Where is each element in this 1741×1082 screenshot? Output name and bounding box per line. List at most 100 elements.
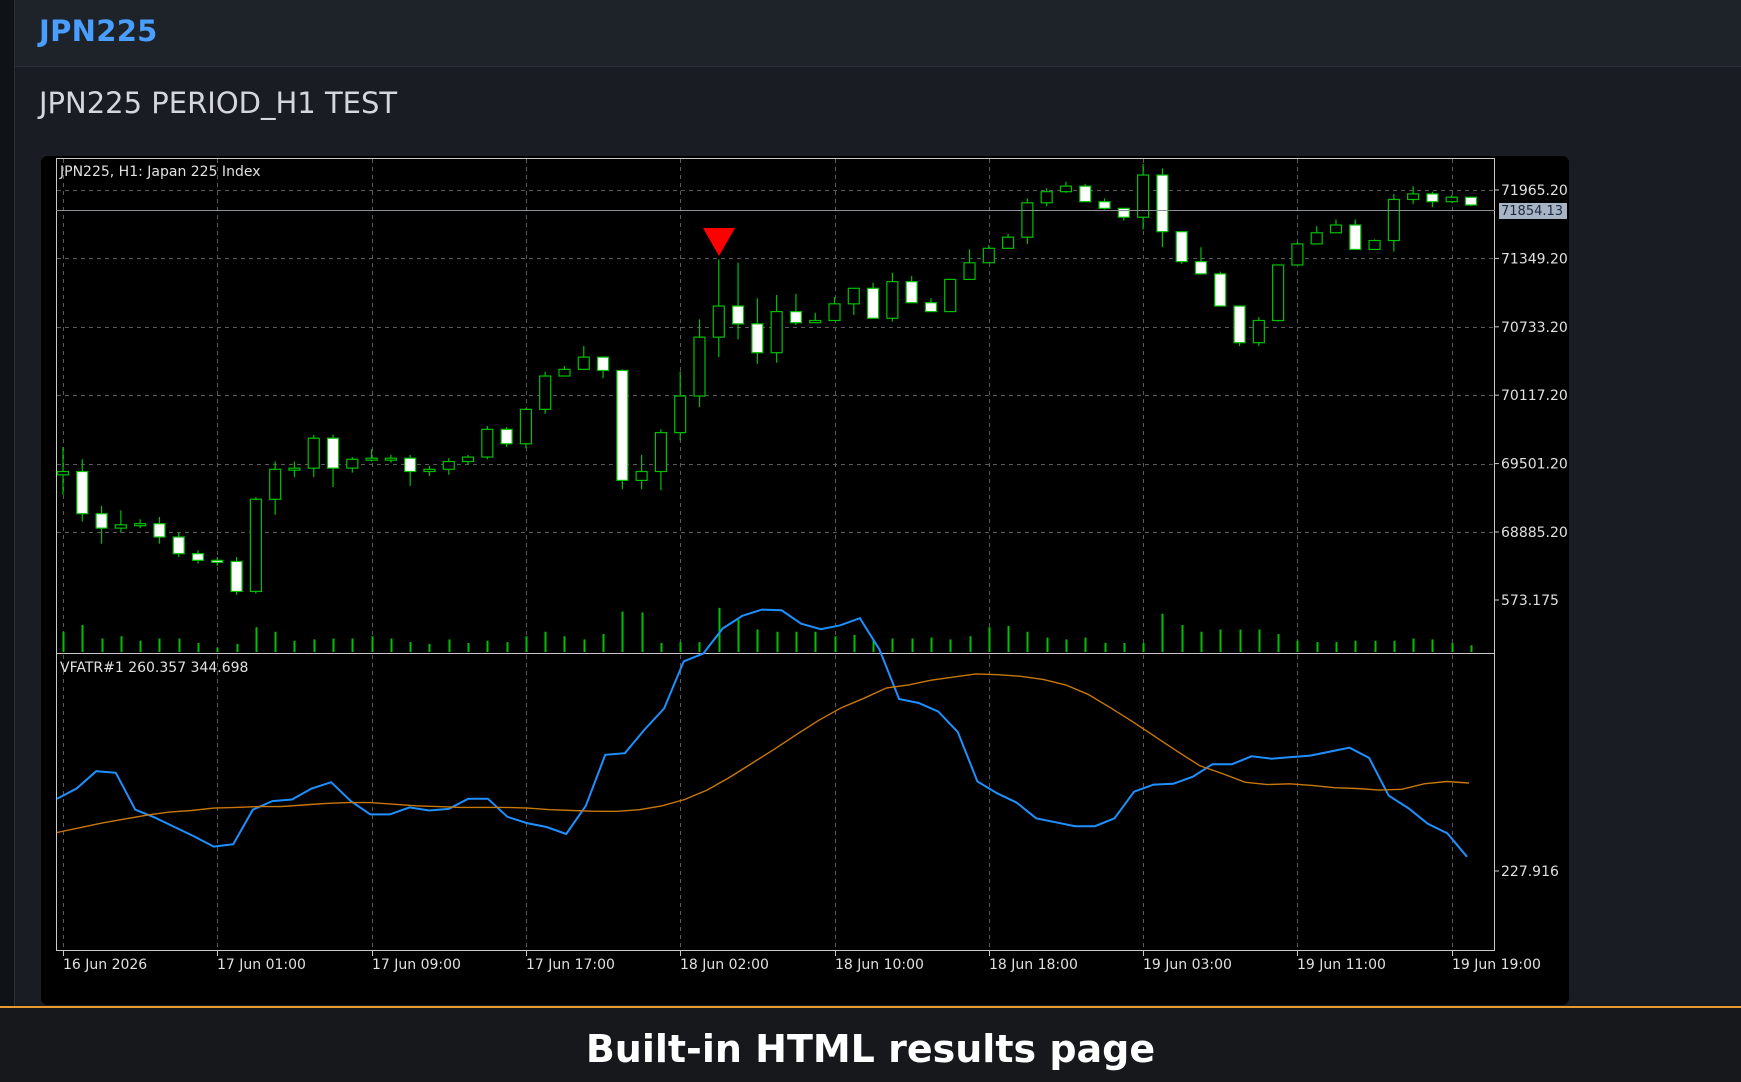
chart-background [41, 156, 1569, 1005]
bull-candle [269, 468, 282, 500]
bull-candle [539, 375, 552, 410]
panel-header: JPN225 [15, 0, 1741, 67]
time-tick-label: 18 Jun 18:00 [989, 957, 1078, 973]
time-tick-label: 16 Jun 2026 [63, 957, 147, 973]
bear-candle [596, 356, 610, 372]
bull-candle [481, 428, 494, 458]
bull-candle [346, 458, 359, 469]
chart-svg: 71854.13 JPN225, H1: Japan 225 Index VFA… [41, 156, 1569, 1005]
chart-info-label: JPN225, H1: Japan 225 Index [59, 164, 260, 180]
bear-candle [1233, 305, 1246, 344]
current-price-label: 71854.13 [1501, 204, 1563, 219]
bear-candle [751, 323, 764, 354]
bull-candle [674, 395, 687, 434]
price-tick-label: 71965.20 [1501, 183, 1568, 199]
bull-candle [847, 287, 860, 305]
bear-candle [211, 559, 224, 563]
indicator-label: VFATR#1 260.357 344.698 [60, 660, 248, 676]
bear-candle [616, 369, 629, 481]
bear-candle [76, 470, 89, 515]
bull-candle [886, 281, 899, 319]
bear-candle [1156, 174, 1169, 233]
price-tick-label: 70733.20 [1501, 320, 1568, 336]
bull-candle [1021, 202, 1034, 238]
bull-candle [1001, 236, 1015, 249]
bull-candle [249, 498, 262, 593]
bull-candle [56, 470, 70, 476]
caption-bar: Built-in HTML results page [0, 1006, 1741, 1082]
time-tick-label: 17 Jun 01:00 [217, 957, 306, 973]
bull-candle [712, 305, 725, 338]
bear-candle [866, 287, 880, 319]
bull-candle [384, 457, 397, 461]
bear-candle [191, 553, 205, 561]
bull-candle [1291, 243, 1304, 266]
bull-candle [577, 356, 590, 370]
bear-candle [1079, 185, 1092, 203]
bull-candle [558, 368, 571, 377]
price-tick-label: 70117.20 [1501, 388, 1568, 404]
time-tick-label: 17 Jun 17:00 [526, 957, 615, 973]
bear-candle [1098, 201, 1111, 209]
bear-candle [789, 311, 803, 324]
time-tick-label: 19 Jun 03:00 [1143, 957, 1232, 973]
bear-candle [1117, 207, 1130, 218]
bull-candle [114, 524, 127, 529]
bear-candle [731, 305, 745, 325]
bull-candle [307, 437, 320, 469]
bull-candle [134, 523, 147, 527]
bear-candle [404, 457, 417, 473]
bull-candle [770, 311, 783, 354]
bull-candle [809, 319, 822, 324]
bear-candle [153, 523, 166, 538]
left-window-strip [0, 0, 14, 1006]
time-tick-label: 17 Jun 09:00 [372, 957, 461, 973]
bull-candle [442, 460, 455, 470]
bull-candle [1445, 196, 1458, 203]
bull-candle [1272, 264, 1285, 322]
bull-candle [828, 303, 841, 322]
bear-candle [230, 560, 243, 593]
bull-candle [1368, 239, 1381, 251]
bull-candle [423, 468, 436, 473]
bear-candle [95, 513, 108, 529]
bull-candle [944, 278, 957, 313]
indicator-tick-label: 573.175 [1501, 593, 1559, 609]
time-tick-label: 18 Jun 02:00 [680, 957, 769, 973]
bull-candle [1387, 198, 1400, 242]
bull-candle [693, 336, 706, 397]
price-tick-label: 68885.20 [1501, 525, 1568, 541]
bear-candle [326, 437, 340, 469]
time-tick-label: 19 Jun 19:00 [1452, 957, 1541, 973]
time-tick-label: 18 Jun 10:00 [835, 957, 924, 973]
bear-candle [1464, 196, 1478, 206]
bull-candle [963, 262, 976, 281]
time-tick-label: 19 Jun 11:00 [1297, 957, 1386, 973]
indicator-tick-label: 227.916 [1501, 864, 1559, 880]
bear-candle [1349, 224, 1362, 251]
bull-candle [635, 470, 648, 481]
bear-candle [1194, 261, 1208, 275]
symbol-title[interactable]: JPN225 [39, 14, 158, 48]
bull-candle [1310, 232, 1323, 245]
bear-candle [1214, 273, 1227, 307]
bear-candle [1426, 193, 1439, 203]
bull-candle [365, 457, 378, 461]
bull-candle [982, 247, 995, 264]
bear-candle [905, 281, 918, 304]
bull-candle [519, 408, 533, 445]
bull-candle [1407, 193, 1420, 201]
bull-candle [1040, 191, 1053, 204]
bear-candle [924, 302, 938, 313]
price-tick-label: 71349.20 [1501, 251, 1568, 267]
results-panel: JPN225 JPN225 PERIOD_H1 TEST 71854.13 JP… [14, 0, 1741, 1006]
bear-candle [172, 536, 185, 555]
bull-candle [1059, 185, 1073, 193]
bull-candle [654, 432, 668, 473]
caption-text: Built-in HTML results page [585, 1027, 1156, 1071]
bull-candle [288, 467, 301, 471]
bull-candle [1329, 224, 1343, 234]
report-title: JPN225 PERIOD_H1 TEST [39, 86, 398, 120]
price-tick-label: 69501.20 [1501, 457, 1568, 473]
bear-candle [500, 428, 513, 445]
